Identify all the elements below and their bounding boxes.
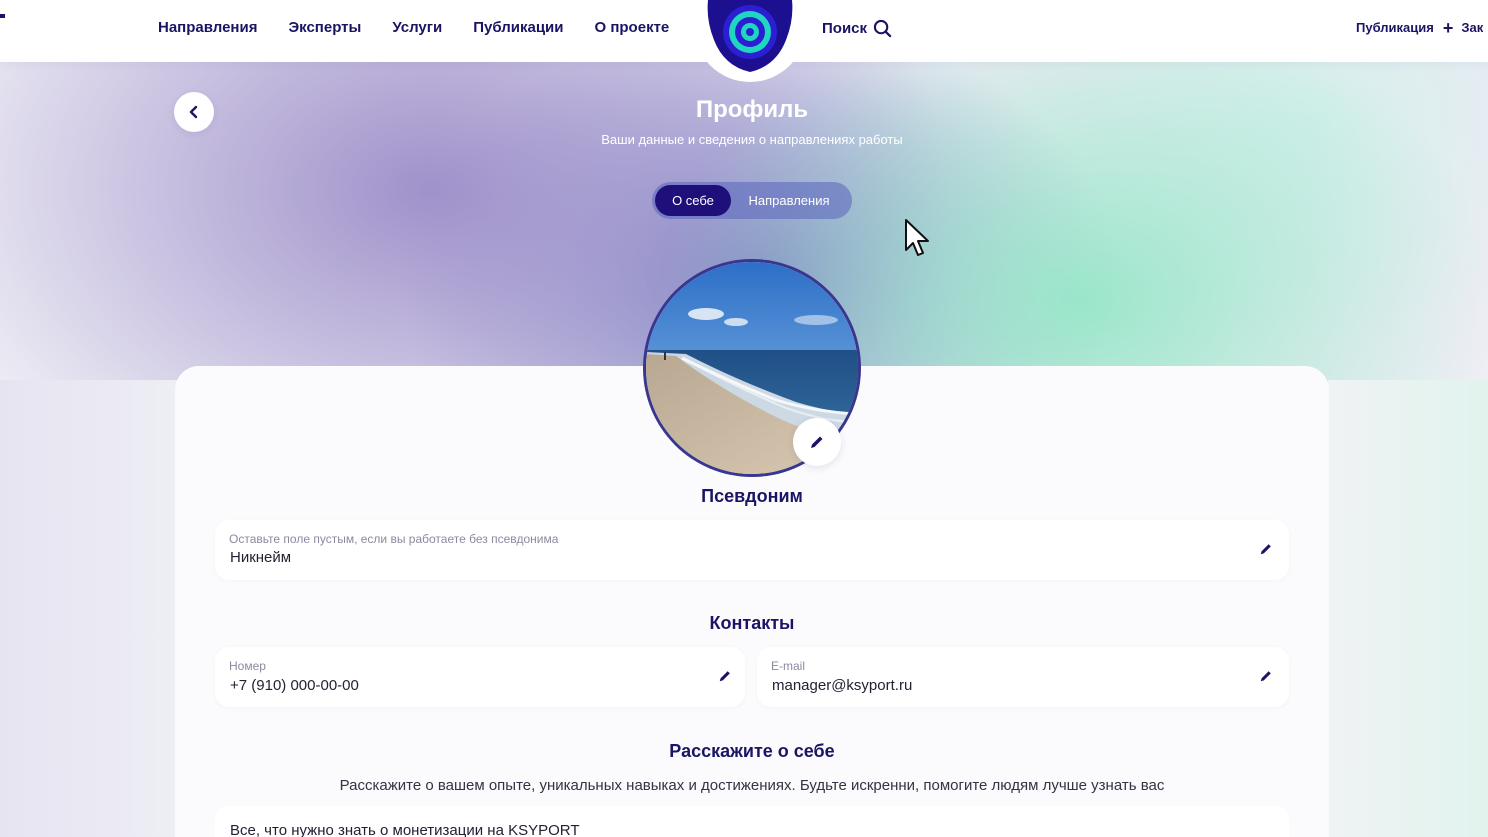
- phone-field-label: Номер: [229, 659, 266, 673]
- pencil-icon[interactable]: [1259, 669, 1273, 683]
- corner-mark: [0, 14, 5, 18]
- pencil-icon: [811, 436, 823, 448]
- tab-directions[interactable]: Направления: [731, 185, 847, 216]
- page-subtitle: Ваши данные и сведения о направлениях ра…: [601, 132, 903, 147]
- nav-item-publications[interactable]: Публикации: [473, 19, 563, 36]
- about-description: Расскажите о вашем опыте, уникальных нав…: [339, 777, 1165, 794]
- phone-field[interactable]: Номер +7 (910) 000-00-00: [215, 647, 745, 707]
- search-link[interactable]: Поиск: [822, 19, 892, 38]
- page-title: Профиль: [695, 96, 809, 123]
- cut-off-nav-label[interactable]: Зак: [1461, 20, 1483, 35]
- contacts-title: Контакты: [709, 613, 795, 633]
- nav-item-experts[interactable]: Эксперты: [288, 19, 361, 36]
- pseudonym-field-label: Оставьте поле пустым, если вы работаете …: [229, 532, 559, 546]
- nav-item-about[interactable]: О проекте: [595, 19, 670, 36]
- pseudonym-field-value[interactable]: Никнейм: [230, 549, 291, 566]
- about-textarea[interactable]: Все, что нужно знать о монетизации на KS…: [215, 806, 1289, 837]
- about-text-value[interactable]: Все, что нужно знать о монетизации на KS…: [230, 822, 580, 837]
- background-right: [1328, 380, 1488, 837]
- about-title: Расскажите о себе: [669, 741, 835, 761]
- email-field[interactable]: E-mail manager@ksyport.ru: [757, 647, 1289, 707]
- background-left: [0, 380, 180, 837]
- phone-field-value[interactable]: +7 (910) 000-00-00: [230, 677, 359, 694]
- plus-icon: +: [1442, 17, 1454, 38]
- search-icon: [873, 19, 892, 38]
- email-field-value[interactable]: manager@ksyport.ru: [772, 677, 912, 694]
- search-label: Поиск: [822, 20, 868, 37]
- nav-item-directions[interactable]: Направления: [158, 19, 257, 36]
- nav-item-services[interactable]: Услуги: [392, 19, 442, 36]
- add-publication-link[interactable]: Публикация + Зак: [1356, 17, 1483, 38]
- main-nav: Направления Эксперты Услуги Публикации О…: [158, 19, 700, 36]
- pencil-icon[interactable]: [718, 669, 732, 683]
- publication-label: Публикация: [1356, 20, 1434, 35]
- cursor-icon: [905, 219, 929, 256]
- pseudonym-field[interactable]: Оставьте поле пустым, если вы работаете …: [215, 520, 1289, 580]
- tab-about-me[interactable]: О себе: [655, 185, 731, 216]
- profile-tabs: О себе Направления: [652, 182, 852, 219]
- pseudonym-title: Псевдоним: [701, 486, 803, 506]
- avatar-edit-button[interactable]: [793, 418, 841, 466]
- logo-icon[interactable]: [706, 0, 794, 74]
- email-field-label: E-mail: [771, 659, 806, 673]
- pencil-icon[interactable]: [1259, 542, 1273, 556]
